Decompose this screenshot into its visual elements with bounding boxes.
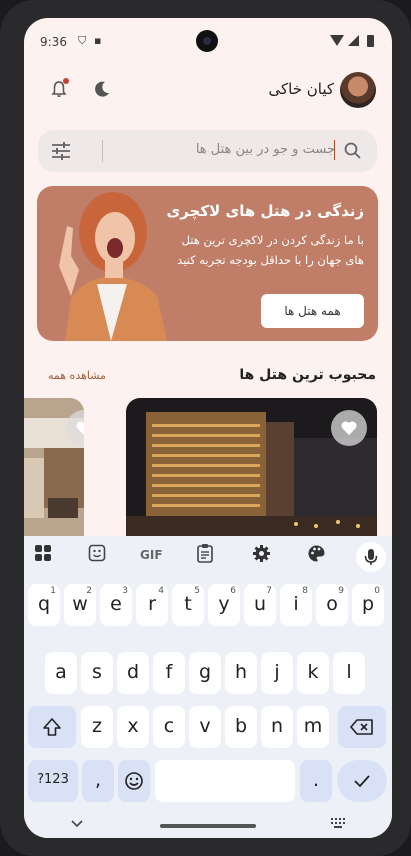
favorite-heart-button[interactable]: [331, 410, 367, 446]
key-g[interactable]: g: [189, 652, 221, 694]
key-e[interactable]: e3: [100, 584, 132, 626]
phone-frame: 9:36 ⛉ ▪ کیان خاکی جست و جو در بین هتل ه…: [0, 0, 411, 856]
emoji-smiley-icon: [125, 772, 143, 790]
theme-palette-icon[interactable]: [307, 544, 326, 568]
key-u[interactable]: u7: [244, 584, 276, 626]
voice-input-button[interactable]: [356, 542, 386, 572]
key-d[interactable]: d: [117, 652, 149, 694]
key-x[interactable]: x: [117, 706, 149, 748]
sticker-icon[interactable]: [88, 544, 106, 568]
status-time: 9:36: [40, 35, 67, 49]
user-name: کیان خاکی: [268, 80, 334, 98]
banner-title: زندگی در هتل های لاکچری: [166, 202, 364, 220]
key-b[interactable]: b: [225, 706, 257, 748]
checkmark-icon: [354, 775, 370, 788]
wifi-icon: [330, 35, 344, 46]
period-key[interactable]: .: [300, 760, 332, 802]
keyboard-switch-icon[interactable]: [330, 814, 346, 833]
app-screen: 9:36 ⛉ ▪ کیان خاکی جست و جو در بین هتل ه…: [24, 18, 392, 838]
home-gesture-pill[interactable]: [160, 824, 256, 828]
key-t[interactable]: t5: [172, 584, 204, 626]
key-m[interactable]: m: [297, 706, 329, 748]
front-camera: [196, 30, 218, 52]
key-l[interactable]: l: [333, 652, 365, 694]
key-n[interactable]: n: [261, 706, 293, 748]
search-input[interactable]: جست و جو در بین هتل ها: [196, 142, 335, 157]
search-bar[interactable]: جست و جو در بین هتل ها: [38, 130, 377, 172]
key-w[interactable]: w2: [64, 584, 96, 626]
banner-woman-image: [59, 192, 167, 341]
heart-icon: [76, 421, 84, 435]
hotel-card[interactable]: [126, 398, 377, 538]
space-bar[interactable]: [155, 760, 295, 802]
notification-bell-icon[interactable]: [50, 78, 69, 98]
key-p[interactable]: p0: [352, 584, 384, 626]
user-avatar[interactable]: [340, 72, 376, 108]
key-a[interactable]: a: [45, 652, 77, 694]
enter-key[interactable]: [337, 760, 387, 802]
backspace-icon: [350, 719, 373, 735]
comma-key[interactable]: ,: [82, 760, 114, 802]
clipboard-icon[interactable]: [196, 543, 214, 567]
banner-description: با ما زندگی کردن در لاکچری ترین هتل های …: [177, 233, 364, 267]
dark-mode-moon-icon[interactable]: [92, 79, 112, 99]
key-q[interactable]: q1: [28, 584, 60, 626]
key-h[interactable]: h: [225, 652, 257, 694]
shift-key[interactable]: [28, 706, 76, 748]
apps-grid-icon[interactable]: [34, 544, 52, 568]
microphone-icon: [364, 549, 378, 565]
backspace-key[interactable]: [338, 706, 386, 748]
shift-arrow-icon: [43, 718, 61, 736]
status-bar: 9:36 ⛉ ▪: [24, 18, 392, 64]
key-y[interactable]: y6: [208, 584, 240, 626]
hotel-card[interactable]: [24, 398, 84, 538]
system-nav-bar: [24, 804, 392, 838]
battery-icon: [367, 35, 374, 47]
gif-button[interactable]: GIF: [140, 548, 163, 572]
hide-keyboard-chevron-icon[interactable]: [70, 814, 84, 833]
promo-banner[interactable]: زندگی در هتل های لاکچری با ما زندگی کردن…: [37, 186, 378, 341]
key-f[interactable]: f: [153, 652, 185, 694]
signal-icon: [348, 35, 359, 46]
search-divider: [102, 140, 103, 162]
key-k[interactable]: k: [297, 652, 329, 694]
settings-gear-icon[interactable]: [252, 544, 271, 568]
on-screen-keyboard: GIF q1 w2 e3 r4 t5 y6 u7 i8 o9 p0 a s d …: [24, 536, 392, 838]
shield-status-icon: ⛉: [78, 34, 87, 47]
app-header: کیان خاکی: [24, 70, 392, 110]
all-hotels-button[interactable]: همه هتل ها: [261, 294, 364, 328]
sim-card-icon: ▪: [94, 34, 102, 47]
key-i[interactable]: i8: [280, 584, 312, 626]
key-o[interactable]: o9: [316, 584, 348, 626]
emoji-key[interactable]: [118, 760, 150, 802]
symbols-key[interactable]: ?123: [28, 760, 78, 802]
key-s[interactable]: s: [81, 652, 113, 694]
key-v[interactable]: v: [189, 706, 221, 748]
key-z[interactable]: z: [81, 706, 113, 748]
key-c[interactable]: c: [153, 706, 185, 748]
key-r[interactable]: r4: [136, 584, 168, 626]
popular-hotels-title: محبوب ترین هتل ها: [239, 367, 376, 383]
filter-sliders-icon[interactable]: [50, 141, 72, 161]
heart-icon: [341, 421, 357, 435]
notification-dot: [63, 78, 69, 84]
search-icon: [343, 141, 363, 161]
key-j[interactable]: j: [261, 652, 293, 694]
see-all-link[interactable]: مشاهده همه: [48, 369, 106, 382]
